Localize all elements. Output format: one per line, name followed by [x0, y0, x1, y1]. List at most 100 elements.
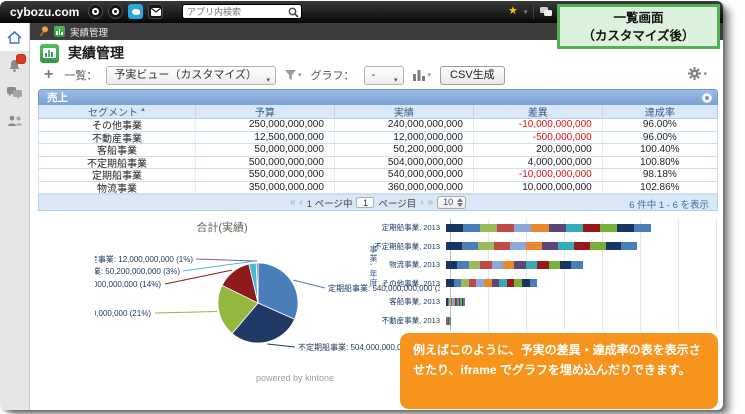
sidebar-item-messages[interactable] — [0, 79, 29, 107]
bar-segment — [530, 279, 538, 287]
pagination-bar: « ‹ 1 ページ中 ページ目 › » 10 6 件中 1 - 6 を表示 — [38, 194, 718, 211]
table-cell: 100.80% — [602, 157, 717, 169]
bar-segment — [463, 298, 465, 306]
bar-segment — [492, 279, 500, 287]
graph-select-label: グラフ： — [311, 67, 355, 83]
bar-chart-icon — [413, 69, 426, 81]
bar-chart-row: 物流事業, 2013 — [366, 255, 720, 274]
filter-button[interactable]: ▾ — [285, 70, 302, 80]
mail-icon[interactable] — [148, 4, 163, 19]
bar-segment — [446, 279, 454, 287]
bar-segment — [531, 224, 548, 232]
garoon-icon[interactable] — [108, 4, 123, 19]
table-cell: -10,000,000,000 — [473, 119, 602, 131]
view-select-caret-icon: ▾ — [267, 72, 271, 89]
table-row[interactable]: 定期船事業550,000,000,000540,000,000,000-10,0… — [38, 169, 718, 182]
bar-segment — [454, 279, 462, 287]
people-icon — [7, 115, 23, 127]
favorite-caret-icon[interactable]: ▾ — [524, 8, 528, 16]
table-cell: 250,000,000,000 — [195, 119, 334, 131]
csv-generate-button[interactable]: CSV生成 — [440, 66, 505, 85]
bar-chart-rows: 定期船事業, 2013不定期船事業, 2013物流事業, 2013その他事業, … — [366, 217, 720, 333]
bar-segment — [526, 261, 537, 269]
bar-segment — [574, 242, 590, 250]
table-row[interactable]: 不動産事業12,500,000,00012,000,000,000-500,00… — [38, 132, 718, 145]
page-suffix-label: ページ目 — [378, 196, 416, 210]
bar-segment — [522, 279, 530, 287]
pie-leader-line — [196, 259, 257, 261]
kintone-icon-glyph — [132, 9, 140, 15]
bar-segment — [446, 242, 462, 250]
table-cell: 物流事業 — [39, 182, 195, 194]
settings-control[interactable]: ▾ — [688, 67, 707, 80]
bar-segment — [606, 242, 622, 250]
app-header: 実績管理 — [40, 43, 124, 63]
bar-segment — [542, 242, 558, 250]
table-cell: -10,000,000,000 — [473, 169, 602, 181]
view-toolbar: + 一覧： 予実ビュー（カスタマイズ） ▾ ▾ グラフ： - ▾ — [42, 64, 693, 86]
filter-funnel-icon — [285, 70, 296, 80]
last-page-icon[interactable]: » — [428, 198, 434, 208]
mail-icon-glyph — [151, 8, 161, 16]
graph-select[interactable]: - ▾ — [364, 66, 404, 85]
kintone-icon[interactable] — [128, 4, 143, 19]
green-callout-line1: 一覧画面 — [613, 9, 663, 27]
table-cell: -500,000,000 — [473, 132, 602, 144]
notification-badge — [17, 55, 25, 63]
graph-select-caret-icon: ▾ — [394, 72, 398, 89]
stacked-bar — [446, 298, 465, 306]
first-page-icon[interactable]: « — [290, 198, 296, 208]
pin-icon[interactable] — [39, 26, 49, 37]
bar-segment — [514, 224, 531, 232]
column-header-rate[interactable]: 達成率 — [602, 105, 717, 118]
view-select[interactable]: 予実ビュー（カスタマイズ） ▾ — [106, 66, 276, 85]
page-size-value: 10 — [443, 197, 453, 207]
add-record-button[interactable]: + — [42, 66, 55, 84]
bar-segment — [600, 224, 617, 232]
search-input[interactable] — [187, 5, 283, 18]
app-mini-icon — [54, 26, 65, 37]
pie-slice-label: 客船事業: 50,200,000,000 (3%) — [95, 266, 180, 276]
bar-chart-row: その他事業, 2013 — [366, 274, 720, 293]
table-cell: 4,000,000,000 — [473, 157, 602, 169]
column-header-actual[interactable]: 実績 — [334, 105, 473, 118]
bar-category-label: 定期船事業, 2013 — [366, 222, 446, 233]
next-page-icon[interactable]: › — [420, 198, 423, 208]
group-header-sales[interactable]: 売上 — [38, 89, 718, 105]
table-cell: 100.40% — [602, 144, 717, 156]
search-icon[interactable] — [288, 7, 299, 18]
bar-category-label: 客船事業, 2013 — [366, 296, 446, 307]
bar-segment — [514, 261, 525, 269]
sidebar-item-notifications[interactable] — [0, 51, 29, 79]
portal-icon[interactable] — [88, 4, 103, 19]
column-header-segment[interactable]: セグメント ▲ — [39, 105, 195, 118]
table-row[interactable]: 物流事業350,000,000,000360,000,000,00010,000… — [38, 182, 718, 195]
table-cell: 50,200,000,000 — [334, 144, 473, 156]
thread-bubbles-icon[interactable] — [540, 7, 552, 17]
bar-category-label: 物流事業, 2013 — [366, 259, 446, 270]
bar-segment — [566, 224, 583, 232]
favorite-star-icon[interactable]: ★ — [508, 4, 518, 19]
bar-segment — [480, 261, 491, 269]
chart-button[interactable]: ▾ — [413, 69, 432, 81]
sidebar-item-home[interactable] — [0, 23, 29, 51]
page-number-input[interactable] — [356, 197, 374, 208]
pie-slice-label: 不動産事業: 12,000,000,000 (1%) — [95, 254, 193, 264]
bar-segment — [484, 279, 492, 287]
table-cell: 10,000,000,000 — [473, 182, 602, 194]
bar-segment — [461, 279, 469, 287]
bar-segment — [480, 224, 497, 232]
collapse-group-icon[interactable] — [702, 93, 712, 103]
page-size-select[interactable]: 10 — [437, 196, 466, 209]
bar-segment — [499, 279, 507, 287]
sidebar-item-people[interactable] — [0, 107, 29, 135]
bar-chart-row: 不動産事業, 2013 — [366, 311, 720, 330]
annotation-green-callout: 一覧画面 （カスタマイズ後） — [557, 4, 720, 49]
column-header-budget[interactable]: 予算 — [195, 105, 334, 118]
page-size-stepper-icon — [457, 198, 463, 207]
column-header-diff[interactable]: 差異 — [473, 105, 602, 118]
breadcrumb-app-name[interactable]: 実績管理 — [70, 25, 108, 39]
bar-segment — [503, 261, 514, 269]
table-cell: 540,000,000,000 — [334, 169, 473, 181]
prev-page-icon[interactable]: ‹ — [299, 198, 302, 208]
